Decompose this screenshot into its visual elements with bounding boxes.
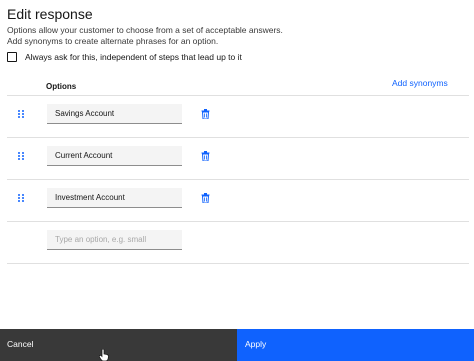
- add-synonyms-link[interactable]: Add synonyms: [392, 78, 448, 88]
- dialog-title: Edit response: [7, 6, 93, 22]
- dialog-footer: Cancel Apply: [0, 329, 474, 361]
- option-input-1[interactable]: [47, 104, 182, 124]
- drag-handle-icon[interactable]: [18, 194, 24, 202]
- drag-handle-icon[interactable]: [18, 152, 24, 160]
- options-column-header: Options: [46, 82, 77, 91]
- new-option-input[interactable]: [47, 230, 182, 250]
- cancel-button[interactable]: Cancel: [0, 329, 237, 361]
- description-line-1: Options allow your customer to choose fr…: [7, 25, 283, 35]
- trash-icon[interactable]: [201, 151, 210, 161]
- apply-button[interactable]: Apply: [237, 329, 474, 361]
- dialog-description: Options allow your customer to choose fr…: [7, 25, 307, 47]
- option-input-2[interactable]: [47, 146, 182, 166]
- trash-icon[interactable]: [201, 193, 210, 203]
- row-divider: [7, 221, 469, 222]
- row-divider: [7, 137, 469, 138]
- trash-icon[interactable]: [201, 109, 210, 119]
- always-ask-checkbox[interactable]: [7, 52, 17, 62]
- drag-handle-icon[interactable]: [18, 110, 24, 118]
- always-ask-label: Always ask for this, independent of step…: [25, 52, 242, 62]
- always-ask-row[interactable]: Always ask for this, independent of step…: [7, 52, 242, 62]
- row-divider: [7, 179, 469, 180]
- hand-cursor-icon: [99, 349, 109, 361]
- header-divider: [7, 95, 469, 96]
- description-line-2: Add synonyms to create alternate phrases…: [7, 36, 219, 46]
- option-input-3[interactable]: [47, 188, 182, 208]
- row-divider: [7, 263, 469, 264]
